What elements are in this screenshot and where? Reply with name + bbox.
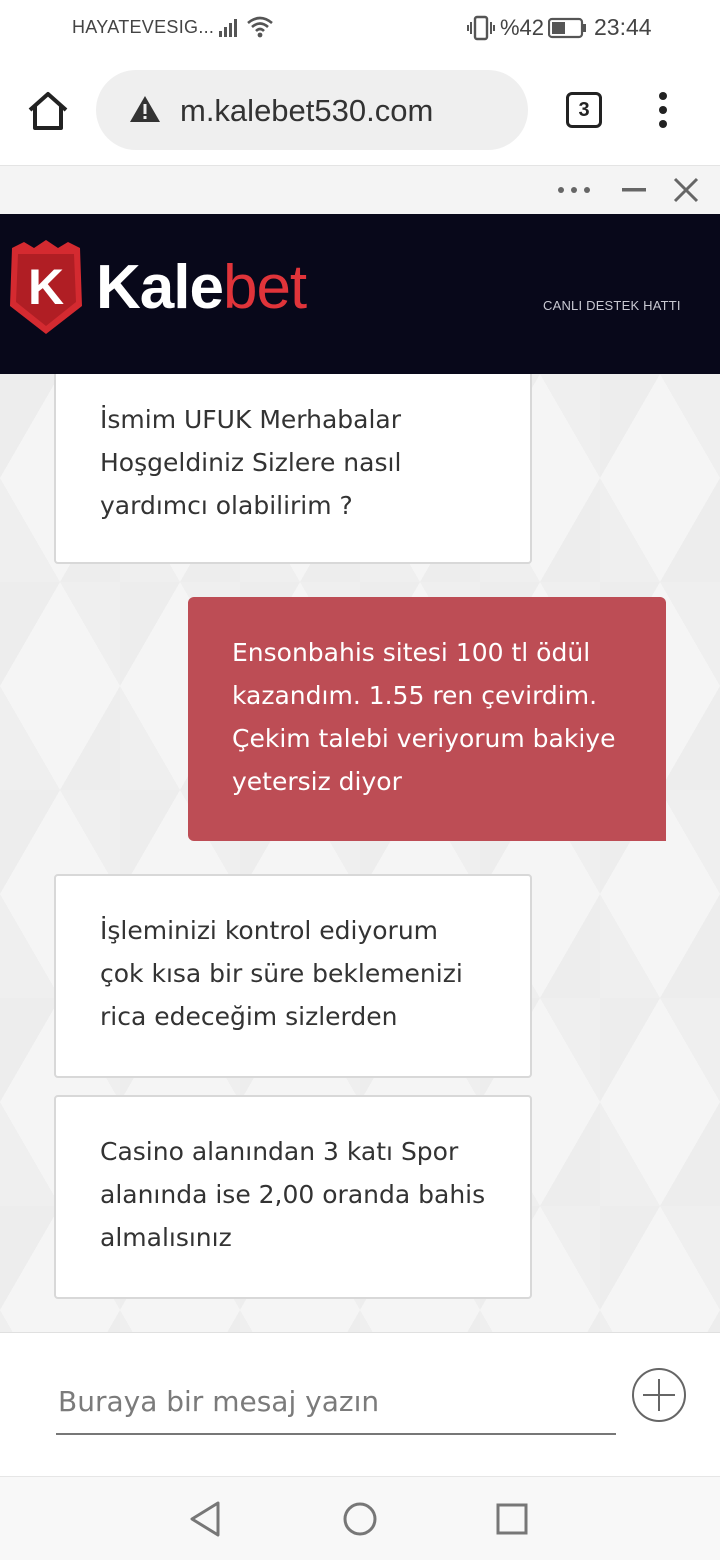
logo-shield-icon: K xyxy=(10,240,82,334)
battery-icon xyxy=(548,17,586,39)
agent-message: İsmim UFUK Merhabalar Hoşgeldiniz Sizler… xyxy=(54,374,532,564)
minimize-icon[interactable] xyxy=(620,178,648,202)
chat-widget-controls xyxy=(0,166,720,214)
status-bar: HAYATEVESIG... %42 23:44 xyxy=(0,0,720,56)
more-horiz-icon[interactable] xyxy=(556,178,592,202)
home-circle-icon[interactable] xyxy=(342,1501,378,1537)
logo-kale: Kale xyxy=(96,253,224,322)
browser-toolbar: m.kalebet530.com 3 xyxy=(0,56,720,166)
close-icon[interactable] xyxy=(672,176,700,204)
logo-bet: bet xyxy=(222,253,307,322)
address-bar[interactable]: m.kalebet530.com xyxy=(96,70,528,150)
logo-letter: K xyxy=(28,259,64,315)
warning-icon[interactable] xyxy=(128,94,162,124)
message-composer xyxy=(0,1332,720,1476)
agent-message: İşleminizi kontrol ediyorum çok kısa bir… xyxy=(54,874,532,1078)
more-vert-icon[interactable] xyxy=(648,90,678,130)
tab-switcher-button[interactable]: 3 xyxy=(566,92,602,128)
home-icon[interactable] xyxy=(26,89,70,133)
brand-banner: K Kalebet CANLI DESTEK HATTI xyxy=(0,214,720,374)
vibrate-icon xyxy=(467,15,495,41)
back-triangle-icon[interactable] xyxy=(188,1499,224,1539)
message-input[interactable] xyxy=(56,1369,616,1435)
agent-message: Casino alanından 3 katı Spor alanında is… xyxy=(54,1095,532,1299)
carrier-name: HAYATEVESIG... xyxy=(72,17,215,37)
url-text[interactable]: m.kalebet530.com xyxy=(180,93,433,129)
user-message: Ensonbahis sitesi 100 tl ödül kazandım. … xyxy=(188,597,666,841)
system-navigation-bar xyxy=(0,1476,720,1560)
battery-percentage: %42 xyxy=(500,15,545,40)
clock: 23:44 xyxy=(594,14,652,40)
support-line-label: CANLI DESTEK HATTI xyxy=(543,298,681,313)
recents-square-icon[interactable] xyxy=(496,1503,528,1535)
chat-messages[interactable]: İsmim UFUK Merhabalar Hoşgeldiniz Sizler… xyxy=(0,374,720,1332)
plus-circle-icon[interactable] xyxy=(631,1367,687,1423)
signal-icon xyxy=(219,19,237,37)
wifi-icon xyxy=(247,16,273,38)
logo-wordmark: Kalebet xyxy=(96,252,307,323)
